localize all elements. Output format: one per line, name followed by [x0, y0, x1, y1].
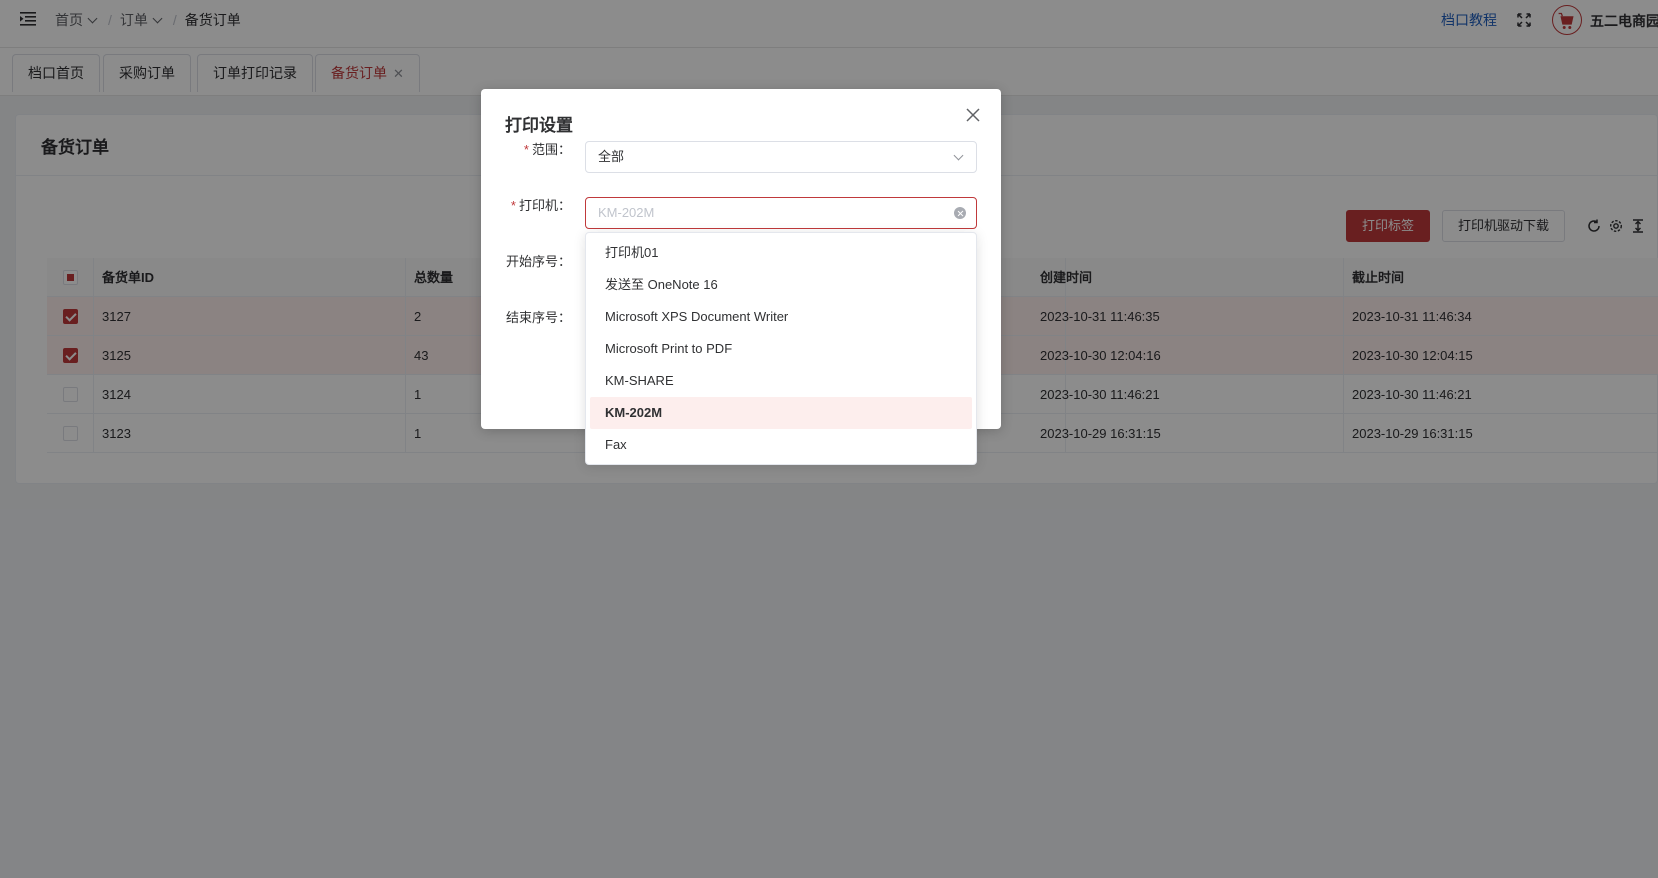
required-mark: *: [523, 142, 529, 157]
range-label: * 范围：: [491, 139, 571, 158]
printer-option-hovered[interactable]: KM-202M: [590, 397, 972, 429]
printer-option[interactable]: 发送至 OneNote 16: [590, 269, 972, 301]
start-number-label: 开始序号：: [505, 254, 571, 269]
printer-option[interactable]: 打印机01: [590, 237, 972, 269]
close-icon[interactable]: [965, 107, 981, 123]
printer-select-placeholder: KM-202M: [598, 205, 655, 220]
chevron-down-icon: [953, 150, 964, 161]
printer-option[interactable]: Fax: [590, 429, 972, 461]
range-select-value: 全部: [598, 149, 625, 164]
printer-select[interactable]: KM-202M: [585, 197, 977, 229]
range-label-text: 范围：: [531, 142, 571, 157]
clear-icon[interactable]: [954, 207, 966, 219]
dialog-title: 打印设置: [505, 116, 573, 135]
end-number-label: 结束序号：: [505, 310, 571, 325]
required-mark: *: [510, 198, 516, 213]
printer-option[interactable]: Microsoft Print to PDF: [590, 333, 972, 365]
printer-label-text: 打印机：: [518, 198, 571, 213]
printer-label: * 打印机：: [491, 195, 571, 214]
range-select[interactable]: 全部: [585, 141, 977, 173]
printer-dropdown: 打印机01 发送至 OneNote 16 Microsoft XPS Docum…: [585, 232, 977, 465]
printer-option[interactable]: KM-SHARE: [590, 365, 972, 397]
printer-option[interactable]: Microsoft XPS Document Writer: [590, 301, 972, 333]
